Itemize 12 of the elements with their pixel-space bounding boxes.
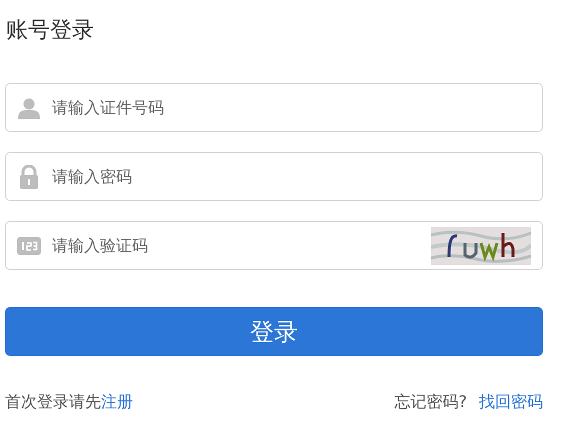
input-field[interactable]: 请输入验证码 bbox=[5, 221, 543, 270]
number-pad-icon bbox=[17, 236, 41, 254]
register-link[interactable]: 注册 bbox=[101, 392, 133, 411]
user-icon bbox=[18, 96, 40, 118]
login-button[interactable]: 登录 bbox=[5, 307, 543, 356]
input-field[interactable]: 请输入证件号码 bbox=[5, 83, 543, 132]
forgot-password-text: 忘记密码? bbox=[394, 391, 467, 413]
lock-icon bbox=[19, 164, 39, 188]
page-title: 账号登录 bbox=[5, 17, 94, 45]
input-field[interactable]: 请输入密码 bbox=[5, 152, 543, 201]
register-prompt: 首次登录请先注册 bbox=[5, 391, 133, 413]
recover-password-link[interactable]: 找回密码 bbox=[479, 390, 543, 414]
